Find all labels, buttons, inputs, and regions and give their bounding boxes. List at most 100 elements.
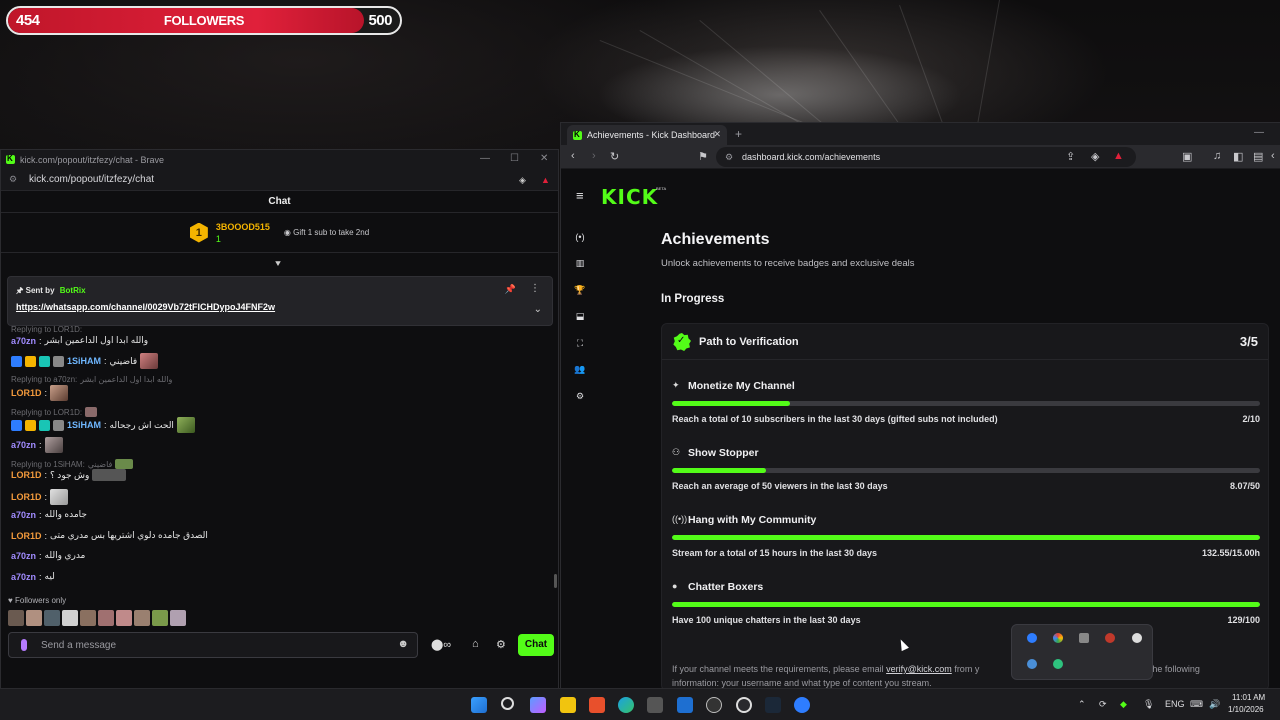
clock-date[interactable]: 1/10/2026: [1228, 705, 1264, 714]
chat-scrollbar[interactable]: [554, 574, 557, 588]
emote-thumb[interactable]: [80, 610, 96, 626]
steam-icon[interactable]: [765, 697, 781, 713]
share-icon[interactable]: ⇪: [1066, 150, 1075, 163]
chat-username[interactable]: a70zn: [11, 572, 36, 582]
tray-app-icon[interactable]: [1079, 633, 1089, 643]
reload-icon[interactable]: ↻: [610, 150, 619, 163]
emote-thumb[interactable]: [8, 610, 24, 626]
brave-icon[interactable]: [589, 697, 605, 713]
pin-icon[interactable]: 📌: [505, 284, 516, 295]
maximize-icon[interactable]: ☐: [510, 153, 519, 164]
pinned-link[interactable]: https://whatsapp.com/channel/0029Vb72tFI…: [16, 302, 275, 312]
kick-logo[interactable]: KICK: [601, 185, 658, 209]
emote-thumb[interactable]: [152, 610, 168, 626]
chat-username[interactable]: a70zn: [11, 510, 36, 520]
chat-settings-icon[interactable]: ⚙: [496, 638, 506, 651]
emote-thumb[interactable]: [116, 610, 132, 626]
site-settings-icon[interactable]: ⚙: [725, 147, 733, 167]
emote-thumb[interactable]: [98, 610, 114, 626]
obs-icon[interactable]: [706, 697, 722, 713]
forward-icon[interactable]: ›: [592, 150, 596, 162]
emote-thumb[interactable]: [44, 610, 60, 626]
copilot-icon[interactable]: [530, 697, 546, 713]
gift-leaderboard[interactable]: 1 3BOOOD515 1 ◉ Gift 1 sub to take 2nd: [1, 213, 558, 253]
tab-achievements[interactable]: Achievements - Kick Dashboard ✕: [567, 125, 727, 145]
settings-icon[interactable]: [736, 697, 752, 713]
close-icon[interactable]: ✕: [540, 153, 548, 164]
site-settings-icon[interactable]: ⚙: [9, 174, 19, 185]
sidebar-toggle-icon[interactable]: ◧: [1233, 150, 1243, 163]
community-icon[interactable]: ⛶: [574, 338, 586, 349]
url-text[interactable]: dashboard.kick.com/achievements: [742, 152, 880, 162]
menu-icon[interactable]: ≡: [576, 188, 584, 203]
chat-username[interactable]: LOR1D: [11, 470, 42, 480]
kicks-icon[interactable]: ⬤∞: [431, 638, 451, 651]
chat-username[interactable]: 1SiHAM: [67, 356, 101, 366]
chat-input-placeholder[interactable]: Send a message: [41, 640, 116, 651]
volume-icon[interactable]: 🔊: [1209, 699, 1220, 710]
tab-title[interactable]: Achievements - Kick Dashboard: [587, 130, 715, 140]
chat-username[interactable]: LOR1D: [11, 492, 42, 502]
new-tab-icon[interactable]: +: [735, 127, 742, 141]
microphone-icon[interactable]: 🎙: [1143, 699, 1154, 710]
chat-username[interactable]: a70zn: [11, 551, 36, 561]
tray-app-icon[interactable]: [1105, 633, 1115, 643]
pinned-bot-name[interactable]: BotRix: [60, 286, 86, 295]
bookmark-icon[interactable]: ⚑: [698, 150, 708, 163]
search-icon[interactable]: [501, 697, 514, 710]
media-icon[interactable]: ♫: [1213, 150, 1221, 162]
chat-send-button[interactable]: Chat: [518, 634, 554, 656]
emote-thumb[interactable]: [170, 610, 186, 626]
chrome-icon[interactable]: [1053, 633, 1063, 643]
chat-username[interactable]: 1SiHAM: [67, 420, 101, 430]
minimize-icon[interactable]: —: [1254, 127, 1264, 138]
chat-username[interactable]: LOR1D: [11, 531, 42, 541]
settings-icon[interactable]: ⚙: [574, 391, 586, 402]
back-icon[interactable]: ‹: [571, 150, 575, 162]
start-icon[interactable]: [471, 697, 487, 713]
nvidia-icon[interactable]: ◆: [1120, 699, 1127, 710]
wallet-icon[interactable]: ▤: [1253, 150, 1263, 163]
users-icon[interactable]: 👥: [574, 364, 586, 375]
network-icon[interactable]: ⌨: [1190, 699, 1203, 710]
more-options-icon[interactable]: ⋮: [530, 283, 540, 294]
chat-username[interactable]: a70zn: [11, 440, 36, 450]
store-icon[interactable]: [647, 697, 663, 713]
brave-rewards-icon[interactable]: ▲: [541, 175, 550, 185]
trophy-icon[interactable]: 🏆: [574, 285, 586, 296]
tab-close-icon[interactable]: ✕: [713, 129, 721, 140]
moderation-icon[interactable]: ⬓: [574, 311, 586, 322]
sync-icon[interactable]: ⟳: [1099, 699, 1107, 710]
reader-mode-icon[interactable]: ▣: [1182, 150, 1192, 163]
chevron-down-icon[interactable]: ⌄: [534, 304, 542, 315]
chat-username[interactable]: a70zn: [11, 336, 36, 346]
chat-username[interactable]: LOR1D: [11, 388, 42, 398]
brave-shield-icon[interactable]: ◈: [519, 175, 526, 186]
clock-time[interactable]: 11:01 AM: [1232, 693, 1265, 702]
emoji-icon[interactable]: ☻: [397, 638, 409, 650]
language-indicator[interactable]: ENG: [1165, 699, 1185, 709]
scroll-down-icon[interactable]: ⯆: [274, 259, 282, 270]
chat-url[interactable]: kick.com/popout/itzfezy/chat: [29, 174, 154, 185]
overflow-icon[interactable]: ‹: [1271, 150, 1275, 162]
tray-chevron-icon[interactable]: ⌃: [1078, 699, 1086, 710]
emote-thumb[interactable]: [62, 610, 78, 626]
tray-settings-icon[interactable]: [1132, 633, 1142, 643]
emote-thumb[interactable]: [26, 610, 42, 626]
stream-icon[interactable]: (•): [574, 232, 586, 242]
emote-thumb[interactable]: [134, 610, 150, 626]
outlook-icon[interactable]: [677, 697, 693, 713]
analytics-icon[interactable]: ▥: [574, 258, 586, 269]
brave-shield-icon[interactable]: ◈: [1091, 150, 1099, 163]
chat-message-input[interactable]: Send a message ☻: [8, 632, 418, 658]
microphone-icon[interactable]: [21, 639, 27, 651]
store-icon[interactable]: ⌂: [472, 638, 479, 650]
tray-app-icon[interactable]: [1027, 633, 1037, 643]
tray-app-icon[interactable]: [1053, 659, 1063, 669]
verify-email-link[interactable]: verify@kick.com: [886, 664, 952, 674]
file-explorer-icon[interactable]: [560, 697, 576, 713]
brave-rewards-icon[interactable]: ▲: [1113, 150, 1124, 162]
leaderboard-user[interactable]: 3BOOOD515: [216, 221, 270, 233]
chat-address-bar[interactable]: ⚙ kick.com/popout/itzfezy/chat ◈ ▲: [1, 169, 558, 191]
app-icon[interactable]: [794, 697, 810, 713]
